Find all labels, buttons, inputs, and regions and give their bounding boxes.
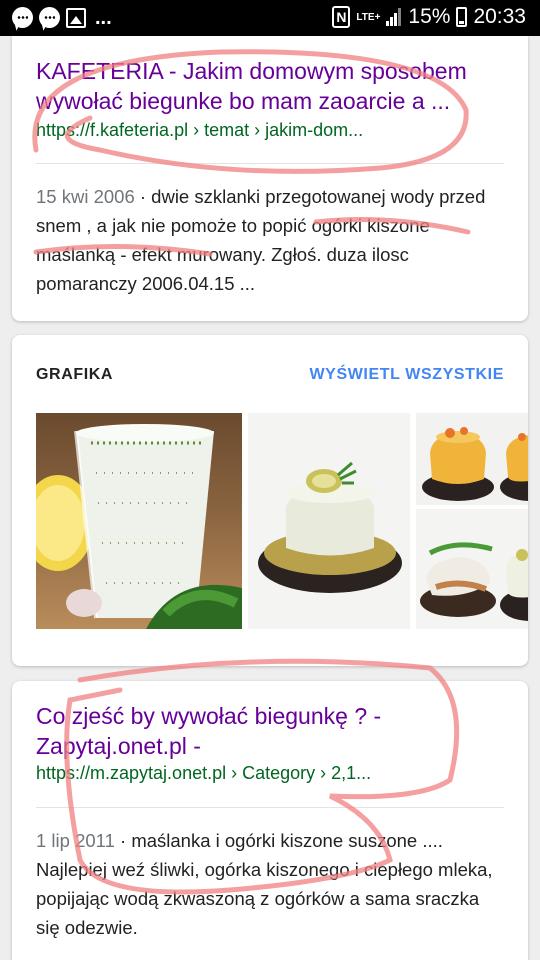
divider (36, 807, 504, 808)
search-result-card[interactable]: Co zjeść by wywołać biegunkę ? - Zapytaj… (12, 681, 528, 960)
battery-percent: 15% (408, 5, 451, 28)
signal-icon (386, 8, 402, 26)
result-title-link[interactable]: KAFETERIA - Jakim domowym sposobem wywoł… (36, 56, 496, 116)
image-thumbnail[interactable] (36, 413, 242, 629)
image-thumbnail[interactable] (248, 413, 410, 629)
aspic-appetizer-image (422, 427, 494, 501)
result-url[interactable]: https://f.kafeteria.pl › temat › jakim-d… (36, 118, 363, 142)
lte-icon: LTE+ (356, 11, 381, 23)
search-result-card[interactable]: KAFETERIA - Jakim domowym sposobem wywoł… (12, 36, 528, 321)
result-snippet: 15 kwi 2006 · dwie szklanki przegotowane… (36, 182, 506, 298)
herring-appetizer-image (420, 542, 496, 617)
snippet-line: · dwie szklanki przegotowanej wody (134, 186, 434, 207)
image-icon (66, 7, 86, 28)
more-notifications: ... (95, 6, 112, 29)
result-date: 1 lip 2011 (36, 830, 115, 851)
image-thumbnail[interactable] (416, 413, 500, 505)
aspic-on-bread-image (500, 549, 528, 621)
divider (36, 163, 504, 164)
image-thumbnail[interactable] (500, 413, 528, 505)
result-url[interactable]: https://m.zapytaj.onet.pl › Category › 2… (36, 761, 371, 785)
result-snippet: 1 lip 2011 · maślanka i ogórki kiszone s… (36, 826, 506, 942)
images-heading: GRAFIKA (36, 366, 114, 383)
images-card: GRAFIKA WYŚWIETL WSZYSTKIE (12, 335, 528, 666)
snippet-line: · maślanka i ogórki kiszone suszone .... (114, 830, 443, 851)
snippet-text: Najlepiej weź śliwki, ogórka kiszonego i… (36, 859, 493, 938)
view-all-images-link[interactable]: WYŚWIETL WSZYSTKIE (309, 366, 504, 384)
messenger-icon (39, 7, 60, 28)
nfc-icon: N (332, 6, 351, 28)
aspic-on-bread-image (500, 433, 528, 501)
battery-icon (456, 7, 468, 27)
status-bar: ... N LTE+ 15% 20:33 (0, 0, 540, 36)
image-thumbnail[interactable] (500, 509, 528, 629)
messenger-icon (12, 7, 33, 28)
buttermilk-glass-image (36, 424, 242, 629)
clock: 20:33 (473, 5, 526, 28)
result-title-link[interactable]: Co zjeść by wywołać biegunkę ? - Zapytaj… (36, 701, 496, 761)
jelly-on-bread-image (258, 461, 402, 593)
image-thumbnail[interactable] (416, 509, 500, 629)
result-date: 15 kwi 2006 (36, 186, 135, 207)
